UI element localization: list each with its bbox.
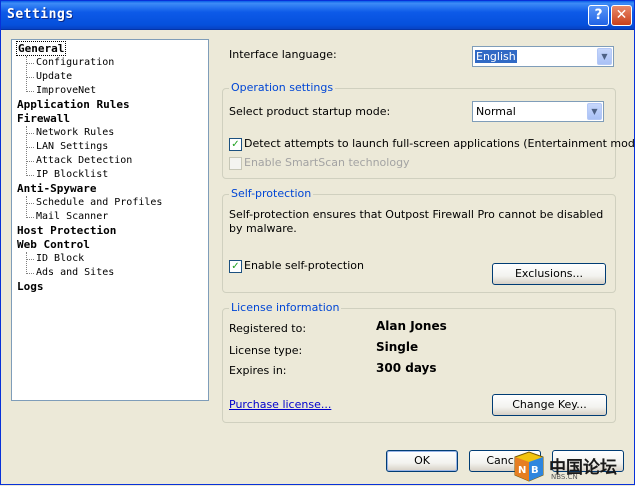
tree-connector <box>26 56 27 92</box>
tree-item-attack-detection[interactable]: Attack Detection <box>25 155 132 166</box>
language-label: Interface language: <box>229 48 337 61</box>
tree-connector <box>26 196 27 218</box>
tree-item-web-control[interactable]: Web Control <box>17 238 90 251</box>
operation-settings-legend: Operation settings <box>229 81 336 94</box>
tree-item-improvenet[interactable]: ImproveNet <box>25 85 96 96</box>
chevron-down-icon[interactable]: ▼ <box>587 103 602 120</box>
tree-item-network-rules[interactable]: Network Rules <box>25 127 114 138</box>
title-bar[interactable]: Settings ? ✕ <box>1 1 634 30</box>
fullscreen-detect-checkbox[interactable]: ✓ <box>229 138 242 151</box>
site-watermark: N B 中国论坛 NBS.CN <box>513 451 631 483</box>
tree-item-update[interactable]: Update <box>25 71 72 82</box>
expires-in-value: 300 days <box>376 361 437 375</box>
svg-text:B: B <box>531 465 539 476</box>
registered-to-value: Alan Jones <box>376 319 447 333</box>
self-protection-description: Self-protection ensures that Outpost Fir… <box>229 208 604 235</box>
help-button[interactable]: ? <box>588 5 609 26</box>
tree-item-general[interactable]: General <box>15 41 67 56</box>
fullscreen-detect-label[interactable]: Detect attempts to launch full-screen ap… <box>244 137 635 150</box>
tree-item-host-protection[interactable]: Host Protection <box>17 224 116 237</box>
tree-item-application-rules[interactable]: Application Rules <box>17 98 130 111</box>
smartscan-label: Enable SmartScan technology <box>244 156 410 169</box>
tree-item-id-block[interactable]: ID Block <box>25 253 84 264</box>
exclusions-button[interactable]: Exclusions... <box>492 263 606 285</box>
tree-item-ip-blocklist[interactable]: IP Blocklist <box>25 169 108 180</box>
tree-item-lan-settings[interactable]: LAN Settings <box>25 141 108 152</box>
license-info-legend: License information <box>229 301 342 314</box>
startup-mode-select[interactable]: Normal ▼ <box>472 101 604 122</box>
license-type-value: Single <box>376 340 419 354</box>
ok-button[interactable]: OK <box>386 450 458 472</box>
tree-item-configuration[interactable]: Configuration <box>25 57 114 68</box>
startup-mode-label: Select product startup mode: <box>229 105 391 118</box>
tree-item-mail-scanner[interactable]: Mail Scanner <box>25 211 108 222</box>
expires-in-label: Expires in: <box>229 364 287 377</box>
chevron-down-icon[interactable]: ▼ <box>597 48 612 65</box>
settings-tree[interactable]: General Configuration Update ImproveNet … <box>11 39 209 401</box>
license-type-label: License type: <box>229 344 303 357</box>
tree-item-schedule-and-profiles[interactable]: Schedule and Profiles <box>25 197 162 208</box>
tree-item-logs[interactable]: Logs <box>17 280 44 293</box>
language-select[interactable]: English ▼ <box>472 46 614 67</box>
tree-item-ads-and-sites[interactable]: Ads and Sites <box>25 267 114 278</box>
settings-window: Settings ? ✕ General Configuration Updat… <box>0 0 635 485</box>
window-title: Settings <box>7 7 74 22</box>
change-key-button[interactable]: Change Key... <box>492 394 607 416</box>
tree-connector <box>26 252 27 274</box>
self-protection-legend: Self-protection <box>229 187 314 200</box>
self-protection-checkbox[interactable]: ✓ <box>229 260 242 273</box>
tree-item-firewall[interactable]: Firewall <box>17 112 70 125</box>
self-protection-label[interactable]: Enable self-protection <box>244 259 364 272</box>
startup-mode-value: Normal <box>476 105 516 118</box>
tree-item-anti-spyware[interactable]: Anti-Spyware <box>17 182 96 195</box>
smartscan-checkbox <box>229 157 242 170</box>
watermark-subtext: NBS.CN <box>551 473 578 481</box>
svg-text:N: N <box>518 465 526 476</box>
registered-to-label: Registered to: <box>229 322 307 335</box>
purchase-license-link[interactable]: Purchase license... <box>229 398 331 411</box>
close-button[interactable]: ✕ <box>611 5 632 26</box>
language-value: English <box>475 50 517 63</box>
